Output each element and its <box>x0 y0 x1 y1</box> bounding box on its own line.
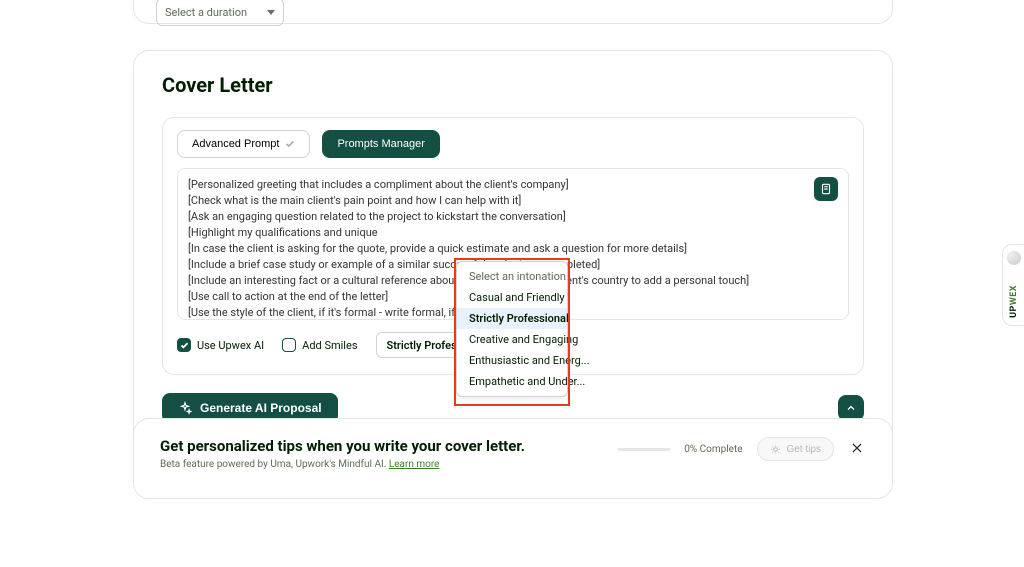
prompt-line: [Personalized greeting that includes a c… <box>188 177 838 193</box>
chevron-down-icon <box>267 10 275 15</box>
close-icon[interactable] <box>848 438 866 461</box>
chevron-up-icon <box>845 402 857 414</box>
progress-bar <box>618 448 670 451</box>
tips-card: Get personalized tips when you write you… <box>133 418 893 499</box>
use-upwex-ai-checkbox[interactable]: Use Upwex AI <box>177 338 264 352</box>
get-tips-button[interactable]: Get tips <box>757 437 834 461</box>
dropdown-item[interactable]: Strictly Professional <box>457 308 567 329</box>
duration-select[interactable]: Select a duration <box>156 0 284 26</box>
tips-subtitle: Beta feature powered by Uma, Upwork's Mi… <box>160 459 525 470</box>
prompt-line: [Check what is the main client's pain po… <box>188 193 838 209</box>
learn-more-link[interactable]: Learn more <box>389 459 440 470</box>
prompts-manager-button[interactable]: Prompts Manager <box>322 130 439 158</box>
avatar <box>1007 251 1021 265</box>
upwex-side-tab[interactable]: UPWEX <box>1002 244 1024 326</box>
dropdown-item[interactable]: Casual and Friendly <box>457 287 567 308</box>
sparkle-icon <box>178 401 192 415</box>
dropdown-item[interactable]: Enthusiastic and Energ... <box>457 350 567 371</box>
advanced-prompt-button[interactable]: Advanced Prompt <box>177 130 310 158</box>
check-icon <box>285 139 295 149</box>
prompt-line: [In case the client is asking for the qu… <box>188 241 838 257</box>
section-title: Cover Letter <box>162 73 864 97</box>
dropdown-placeholder: Select an intonation <box>457 266 567 287</box>
intonation-dropdown[interactable]: Select an intonation Casual and Friendly… <box>456 261 568 397</box>
previous-card: Select a duration <box>133 0 893 24</box>
duration-placeholder: Select a duration <box>165 6 247 19</box>
dropdown-item[interactable]: Creative and Engaging <box>457 329 567 350</box>
save-template-icon[interactable] <box>814 177 838 201</box>
prompt-line: [Highlight my qualifications and unique <box>188 225 838 241</box>
dropdown-item[interactable]: Empathetic and Under... <box>457 371 567 392</box>
sparkle-icon <box>770 444 781 455</box>
progress-text: 0% Complete <box>684 444 742 455</box>
tips-title: Get personalized tips when you write you… <box>160 437 525 455</box>
upwex-brand: UPWEX <box>1009 285 1019 318</box>
prompt-line: [Ask an engaging question related to the… <box>188 209 838 225</box>
add-smiles-checkbox[interactable]: Add Smiles <box>282 338 357 352</box>
